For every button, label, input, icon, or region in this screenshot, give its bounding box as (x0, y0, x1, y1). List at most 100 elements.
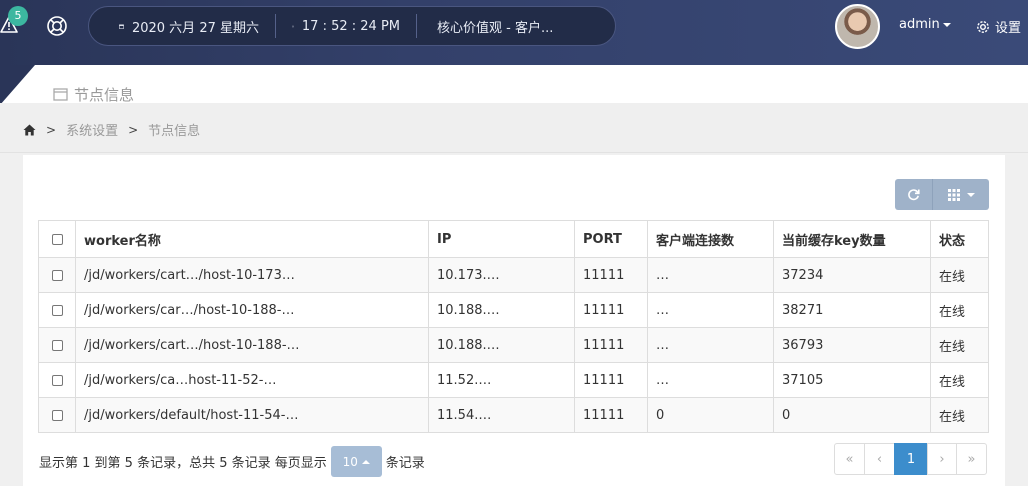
date-text: 2020 六月 27 星期六 (131, 20, 259, 36)
lifebuoy-icon[interactable] (46, 15, 68, 37)
select-all-checkbox[interactable] (51, 233, 63, 245)
top-navbar: 5 2020 六月 27 星期六 17 : 52 : 24 PM 核心价值观 -… (0, 0, 1028, 65)
port-cell: 11111 (574, 292, 648, 328)
calendar-icon (119, 24, 124, 29)
refresh-icon (908, 189, 920, 201)
avatar[interactable] (835, 4, 880, 49)
worker-table: worker名称 IP PORT 客户端连接数 当前缓存key数量 状态 /jd… (38, 220, 989, 433)
breadcrumb-item-node-info: 节点信息 (148, 124, 201, 139)
settings-label: 设置 (995, 21, 1022, 36)
chevron-right-icon: > (128, 122, 139, 137)
sidebar-toggle[interactable] (0, 65, 35, 105)
user-menu[interactable]: admin (899, 17, 951, 32)
row-checkbox[interactable] (51, 409, 63, 421)
worker-cell: /jd/workers/ca…host-11-52-… (75, 362, 429, 398)
chevron-down-icon (942, 22, 951, 27)
row-checkbox[interactable] (51, 269, 63, 281)
pagination: « ‹ 1 › » (834, 443, 987, 475)
keys-cell: 0 (773, 397, 931, 433)
table-header-row: worker名称 IP PORT 客户端连接数 当前缓存key数量 状态 (38, 220, 989, 258)
breadcrumb-item-system-settings[interactable]: 系统设置 (66, 120, 118, 139)
page-size-select[interactable]: 10 (330, 446, 382, 477)
row-checkbox[interactable] (51, 304, 63, 316)
keys-cell: 38271 (773, 292, 931, 328)
breadcrumb: > 系统设置 > 节点信息 (23, 120, 200, 139)
time-text: 17 : 52 : 24 PM (301, 18, 400, 34)
table-row[interactable]: /jd/workers/cart…/host-10-188-… 10.188.…… (38, 327, 989, 363)
connections-cell: 0 (647, 397, 774, 433)
last-page-button[interactable]: » (956, 443, 987, 475)
clock-icon (292, 25, 294, 27)
row-select-cell (38, 292, 76, 328)
date-display: 2020 六月 27 星期六 (89, 7, 275, 45)
grid-icon (947, 188, 960, 201)
window-icon (53, 88, 68, 101)
page-1-button[interactable]: 1 (894, 443, 928, 475)
pagination-info: 显示第 1 到第 5 条记录，总共 5 条记录 每页显示 10 条记录 (39, 446, 425, 477)
table-row[interactable]: /jd/workers/ca…host-11-52-… 11.52.… 1111… (38, 362, 989, 398)
page-size-suffix: 条记录 (385, 456, 425, 471)
time-display: 17 : 52 : 24 PM (276, 7, 416, 45)
prev-page-button[interactable]: ‹ (864, 443, 895, 475)
home-icon[interactable] (23, 124, 36, 136)
page-size-value: 10 (342, 454, 358, 469)
chevron-down-icon (966, 192, 975, 197)
table-row[interactable]: /jd/workers/default/host-11-54-… 11.54.…… (38, 397, 989, 433)
connections-cell: … (647, 257, 774, 293)
column-header-connections[interactable]: 客户端连接数 (647, 220, 774, 258)
keys-cell: 37234 (773, 257, 931, 293)
page-title: 节点信息 (53, 84, 134, 105)
column-header-ip[interactable]: IP (428, 220, 575, 258)
port-cell: 11111 (574, 397, 648, 433)
row-checkbox[interactable] (51, 339, 63, 351)
ip-cell: 10.173.… (428, 257, 575, 293)
connections-cell: … (647, 292, 774, 328)
status-cell: 在线 (930, 362, 989, 398)
status-cell: 在线 (930, 397, 989, 433)
chevron-up-icon (361, 459, 370, 464)
keys-cell: 36793 (773, 327, 931, 363)
column-header-status[interactable]: 状态 (930, 220, 989, 258)
row-select-cell (38, 362, 76, 398)
ip-cell: 10.188.… (428, 327, 575, 363)
record-summary: 显示第 1 到第 5 条记录，总共 5 条记录 每页显示 (39, 456, 327, 471)
ip-cell: 11.52.… (428, 362, 575, 398)
status-cell: 在线 (930, 257, 989, 293)
info-pill: 2020 六月 27 星期六 17 : 52 : 24 PM 核心价值观 - 客… (88, 6, 616, 46)
keys-cell: 37105 (773, 362, 931, 398)
core-values-ticker: 核心价值观 - 客户... (417, 7, 569, 45)
alert-count-badge: 5 (8, 6, 28, 26)
table-toolbar (895, 179, 989, 210)
connections-cell: … (647, 327, 774, 363)
port-cell: 11111 (574, 362, 648, 398)
table-row[interactable]: /jd/workers/cart…/host-10-173… 10.173.… … (38, 257, 989, 293)
status-cell: 在线 (930, 327, 989, 363)
row-select-cell (38, 327, 76, 363)
row-checkbox[interactable] (51, 374, 63, 386)
user-name: admin (899, 17, 940, 32)
port-cell: 11111 (574, 257, 648, 293)
core-values-text: 核心价值观 - 客户... (437, 20, 554, 36)
ip-cell: 11.54.… (428, 397, 575, 433)
worker-cell: /jd/workers/cart…/host-10-188-… (75, 327, 429, 363)
page-title-text: 节点信息 (74, 86, 135, 104)
select-all-cell (38, 220, 76, 258)
refresh-button[interactable] (895, 179, 933, 210)
ip-cell: 10.188.… (428, 292, 575, 328)
gear-icon (977, 20, 989, 33)
column-header-keys[interactable]: 当前缓存key数量 (773, 220, 931, 258)
columns-toggle-button[interactable] (933, 179, 989, 210)
table-row[interactable]: /jd/workers/car…/host-10-188-… 10.188.… … (38, 292, 989, 328)
settings-button[interactable]: 设置 (976, 17, 1021, 36)
first-page-button[interactable]: « (834, 443, 865, 475)
worker-cell: /jd/workers/cart…/host-10-173… (75, 257, 429, 293)
worker-cell: /jd/workers/car…/host-10-188-… (75, 292, 429, 328)
page-header (0, 65, 1028, 105)
next-page-button[interactable]: › (927, 443, 957, 475)
status-cell: 在线 (930, 292, 989, 328)
chevron-right-icon: > (46, 122, 57, 137)
column-header-port[interactable]: PORT (574, 220, 648, 258)
worker-cell: /jd/workers/default/host-11-54-… (75, 397, 429, 433)
column-header-worker[interactable]: worker名称 (75, 220, 429, 258)
row-select-cell (38, 397, 76, 433)
